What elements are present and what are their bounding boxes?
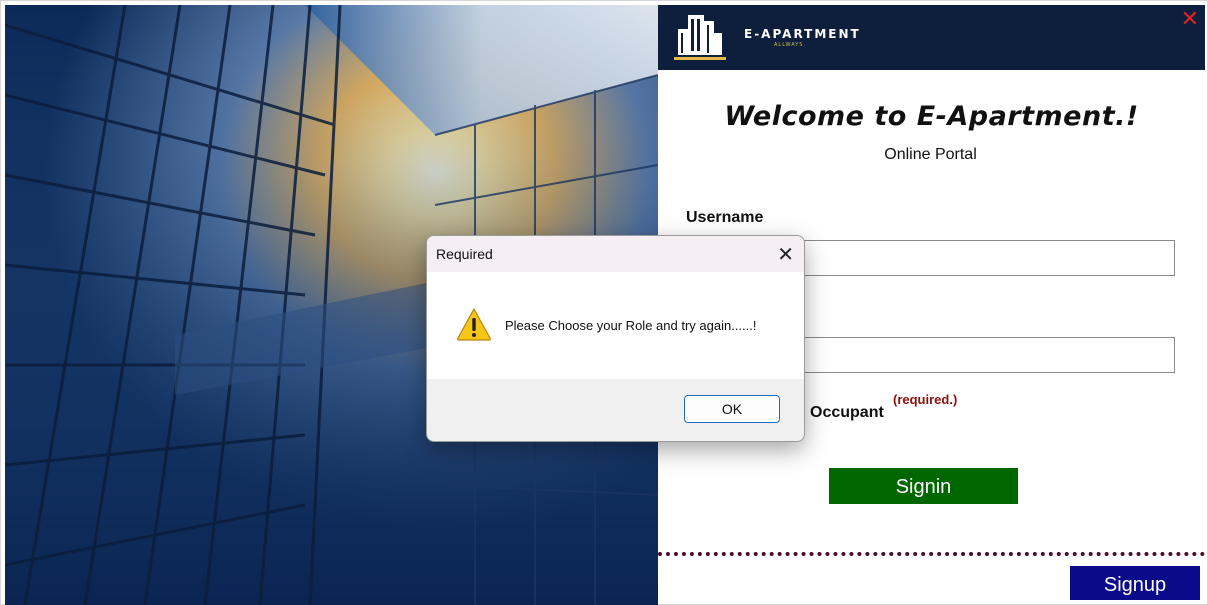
required-dialog: Required ✕ Please Choose your Role and t… [426, 235, 805, 442]
signin-button[interactable]: Signin [829, 468, 1018, 504]
role-occupant-label[interactable]: Occupant [810, 404, 884, 422]
username-label: Username [686, 209, 764, 226]
dialog-close-icon[interactable]: ✕ [777, 240, 794, 268]
dialog-title: Required [436, 246, 493, 262]
dialog-message: Please Choose your Role and try again...… [505, 318, 757, 333]
required-note: (required.) [893, 392, 958, 407]
dialog-titlebar: Required ✕ [427, 236, 804, 272]
brand-tagline: ALLWAYS. [774, 42, 807, 48]
portal-subtitle: Online Portal [884, 146, 977, 163]
building-logo-icon [670, 11, 730, 63]
signup-button[interactable]: Signup [1070, 566, 1200, 600]
dotted-divider [658, 552, 1205, 556]
warning-icon [456, 307, 492, 341]
close-window-icon[interactable]: ✕ [1181, 9, 1199, 31]
login-window: E-APARTMENT ALLWAYS. ✕ Welcome to E-Apar… [0, 0, 1208, 605]
brand-name: E-APARTMENT [744, 27, 861, 41]
ok-button[interactable]: OK [684, 395, 780, 423]
dialog-body: Please Choose your Role and try again...… [427, 272, 804, 379]
app-header: E-APARTMENT ALLWAYS. ✕ [658, 5, 1205, 70]
welcome-heading: Welcome to E-Apartment.! [724, 101, 1139, 132]
